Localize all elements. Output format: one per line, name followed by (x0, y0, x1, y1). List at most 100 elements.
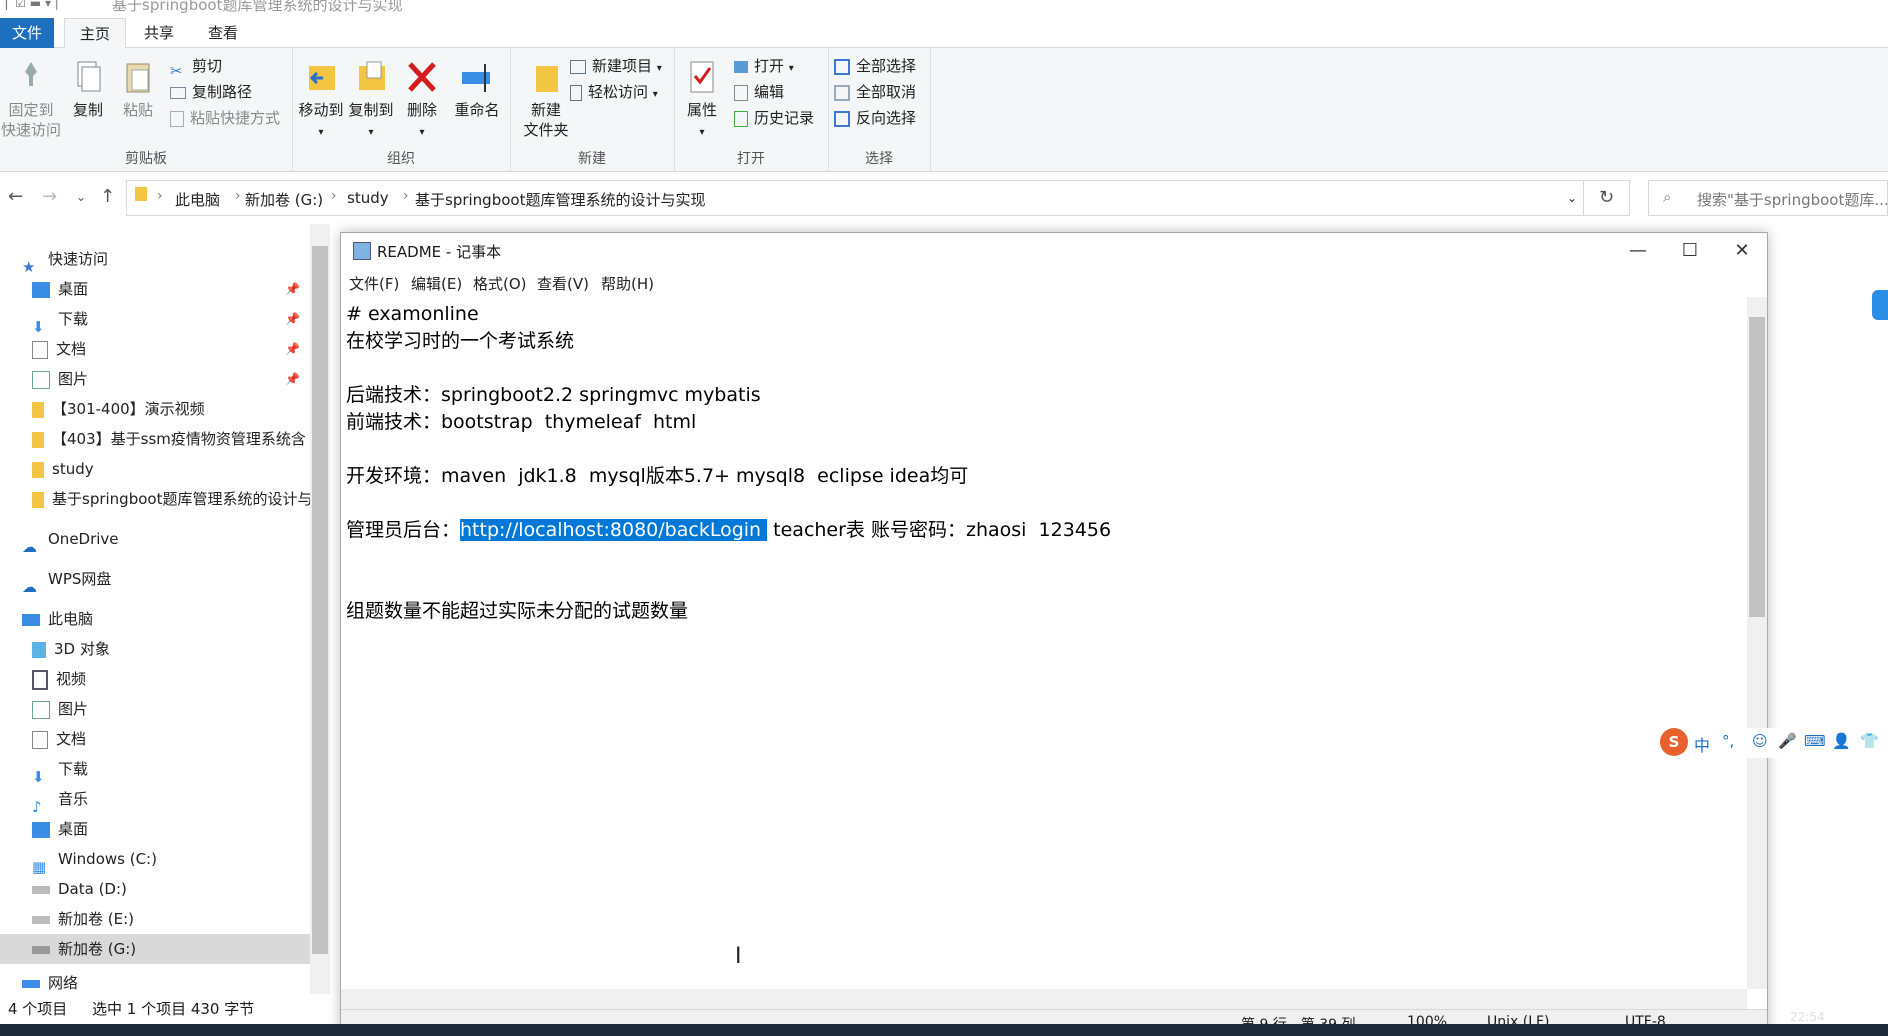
copy-button[interactable]: 复制 (66, 58, 110, 120)
copy-to-button[interactable]: 复制到 ▾ (346, 58, 396, 143)
menu-format[interactable]: 格式(O) (473, 273, 527, 294)
breadcrumb-separator-icon: › (235, 188, 241, 204)
pin-icon[interactable]: 📌 (285, 304, 300, 334)
emoji-icon[interactable]: ☺ (1752, 732, 1768, 750)
tab-view[interactable]: 查看 (198, 18, 248, 48)
sidebar-item-drive-c[interactable]: ▦ Windows (C:) (32, 844, 310, 874)
open-button[interactable]: 打开 ▾ (734, 54, 794, 78)
tab-file[interactable]: 文件 (0, 18, 54, 48)
selected-url[interactable]: http://localhost:8080/backLogin (460, 519, 768, 541)
navigation-pane-scroll-thumb[interactable] (312, 246, 328, 954)
notepad-horizontal-scrollbar[interactable] (341, 989, 1747, 1009)
notepad-vertical-scroll-thumb[interactable] (1749, 317, 1765, 617)
sidebar-item-videos[interactable]: 视频 (32, 664, 310, 694)
notepad-window[interactable]: README - 记事本 — ☐ ✕ 文件(F) 编辑(E) 格式(O) 查看(… (340, 232, 1768, 1036)
invert-selection-button[interactable]: 反向选择 (834, 106, 916, 130)
menu-edit[interactable]: 编辑(E) (411, 273, 462, 294)
side-widget-icon[interactable] (1872, 290, 1888, 320)
ime-toolbar[interactable]: S 中 °, ☺ 🎤 ⌨ 👤 👕 (1650, 728, 1888, 758)
quick-access-toolbar[interactable]: ▏☑ ▬ ▾ | (6, 0, 59, 10)
menu-file[interactable]: 文件(F) (349, 273, 399, 294)
folder-icon (32, 431, 44, 448)
pin-icon[interactable]: 📌 (285, 364, 300, 394)
move-to-button[interactable]: 移动到 ▾ (296, 58, 346, 143)
edit-button[interactable]: 编辑 (734, 80, 784, 104)
breadcrumb-project-folder[interactable]: 基于springboot题库管理系统的设计与实现 (415, 189, 705, 210)
microphone-icon[interactable]: 🎤 (1778, 732, 1797, 750)
tab-share[interactable]: 共享 (134, 18, 184, 48)
pin-icon[interactable]: 📌 (285, 334, 300, 364)
maximize-icon[interactable]: ☐ (1667, 237, 1713, 265)
notepad-title-bar[interactable]: README - 记事本 — ☐ ✕ (341, 233, 1767, 269)
minimize-icon[interactable]: — (1615, 237, 1661, 265)
forward-arrow-icon[interactable]: → (42, 186, 57, 207)
history-button[interactable]: 历史记录 (734, 106, 814, 130)
close-icon[interactable]: ✕ (1719, 237, 1765, 265)
recent-locations-chevron-icon[interactable]: ⌄ (76, 190, 86, 204)
breadcrumb-this-pc[interactable]: 此电脑 (175, 189, 220, 210)
sidebar-item-onedrive[interactable]: ☁ OneDrive (22, 524, 332, 554)
sidebar-item-downloads-pc[interactable]: ⬇ 下载 (32, 754, 310, 784)
skin-icon[interactable]: 👕 (1860, 732, 1879, 750)
delete-label: 删除 (406, 101, 437, 119)
quick-access[interactable]: ★ 快速访问 (22, 244, 332, 274)
sidebar-item-desktop[interactable]: 桌面 📌 (32, 274, 310, 304)
keyboard-icon[interactable]: ⌨ (1804, 732, 1826, 750)
new-group: 新建 文件夹 新建项目 ▾ 轻松访问 ▾ 新建 (510, 48, 675, 172)
new-item-button[interactable]: 新建项目 ▾ (570, 54, 662, 78)
refresh-icon[interactable]: ↻ (1584, 180, 1630, 216)
paste-button[interactable]: 粘贴 (116, 58, 160, 120)
sidebar-item-music[interactable]: ♪ 音乐 (32, 784, 310, 814)
up-arrow-icon[interactable]: ↑ (100, 186, 115, 207)
address-dropdown-chevron-icon[interactable]: ⌄ (1567, 191, 1577, 205)
pin-quick-access-button[interactable]: 固定到 快速访问 (0, 58, 62, 140)
sidebar-item-downloads[interactable]: ⬇ 下载 📌 (32, 304, 310, 334)
search-input[interactable]: ⌕ 搜索"基于springboot题库... (1648, 180, 1888, 216)
sidebar-item-pictures-pc[interactable]: 图片 (32, 694, 310, 724)
notepad-text-area[interactable]: # examonline 在校学习时的一个考试系统 后端技术：springboot… (341, 297, 1747, 989)
select-all-button[interactable]: 全部选择 (834, 54, 916, 78)
paste-shortcut-button[interactable]: 粘贴快捷方式 (170, 106, 280, 130)
ime-mode[interactable]: 中 (1694, 732, 1710, 756)
sidebar-item-desktop-pc[interactable]: 桌面 (32, 814, 310, 844)
sidebar-item-this-pc[interactable]: 此电脑 (22, 604, 332, 634)
select-none-button[interactable]: 全部取消 (834, 80, 916, 104)
cube-icon (32, 641, 46, 658)
properties-button[interactable]: 属性 ▾ (680, 58, 724, 143)
easy-access-button[interactable]: 轻松访问 ▾ (570, 80, 658, 104)
back-arrow-icon[interactable]: ← (8, 186, 23, 207)
sidebar-item-wps[interactable]: ☁ WPS网盘 (22, 564, 332, 594)
sidebar-item-study[interactable]: study (32, 454, 310, 484)
sidebar-item-project-folder[interactable]: 基于springboot题库管理系统的设计与 (32, 484, 310, 514)
punctuation-icon[interactable]: °, (1722, 732, 1734, 750)
breadcrumb-drive-g[interactable]: 新加卷 (G:) (245, 189, 323, 210)
sidebar-item-demo-videos[interactable]: 【301-400】演示视频 (32, 394, 310, 424)
delete-button[interactable]: 删除 ▾ (402, 58, 442, 143)
sidebar-item-network[interactable]: 网络 (22, 972, 332, 994)
sidebar-item-documents-pc[interactable]: 文档 (32, 724, 310, 754)
pin-icon[interactable]: 📌 (285, 274, 300, 304)
rename-button[interactable]: 重命名 (450, 58, 504, 120)
cut-label: 剪切 (192, 57, 223, 75)
copy-path-button[interactable]: 复制路径 (170, 80, 252, 104)
sidebar-item-ssm-project[interactable]: 【403】基于ssm疫情物资管理系统含 (32, 424, 310, 454)
sidebar-item-label: 桌面 (58, 820, 89, 838)
breadcrumb-study[interactable]: study (347, 189, 389, 207)
tab-home[interactable]: 主页 (64, 18, 126, 50)
menu-view[interactable]: 查看(V) (537, 273, 589, 294)
sidebar-item-documents[interactable]: 文档 📌 (32, 334, 310, 364)
cut-button[interactable]: ✂ 剪切 (170, 54, 223, 80)
drive-icon (32, 945, 50, 954)
address-bar[interactable]: › 此电脑 › 新加卷 (G:) › study › 基于springboot题… (126, 180, 1584, 216)
menu-help[interactable]: 帮助(H) (601, 273, 654, 294)
clipboard-group: 固定到 快速访问 复制 粘贴 ✂ 剪切 复制路径 粘贴快捷方式 剪贴板 (0, 48, 293, 172)
edit-icon (734, 84, 748, 101)
sidebar-item-drive-g[interactable]: 新加卷 (G:) (0, 934, 310, 964)
user-icon[interactable]: 👤 (1832, 732, 1851, 750)
sidebar-item-drive-e[interactable]: 新加卷 (E:) (32, 904, 310, 934)
sidebar-item-pictures[interactable]: 图片 📌 (32, 364, 310, 394)
paste-icon (126, 63, 150, 93)
new-folder-button[interactable]: 新建 文件夹 (516, 58, 576, 140)
sidebar-item-drive-d[interactable]: Data (D:) (32, 874, 310, 904)
sidebar-item-3d-objects[interactable]: 3D 对象 (32, 634, 310, 664)
